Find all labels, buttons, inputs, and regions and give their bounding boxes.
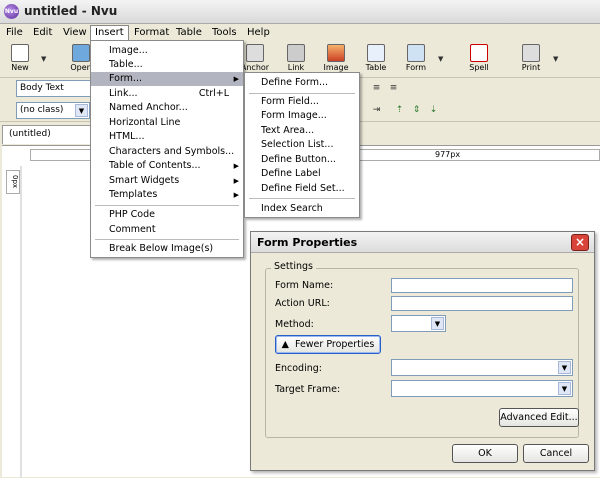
cancel-button[interactable]: Cancel [523,444,589,463]
title-bar: Nvu untitled - Nvu [0,0,600,24]
menu-separator [95,239,239,240]
nvu-logo-icon: Nvu [4,4,19,19]
open-folder-icon [72,44,90,62]
window-title: untitled - Nvu [24,4,118,18]
form-submenu: Define Form... Form Field... Form Image.… [244,72,360,218]
anchor-icon [246,44,264,62]
menu-item-form-field[interactable]: Form Field... [245,95,359,109]
form-icon [407,44,425,62]
menu-item-define-label[interactable]: Define Label [245,167,359,181]
menu-item-toc[interactable]: Table of Contents... ▶ [91,159,243,173]
dialog-title-bar: Form Properties × [251,232,594,253]
menu-item-image[interactable]: Image... [91,44,243,58]
menu-separator [249,198,355,199]
advanced-edit-button[interactable]: Advanced Edit... [499,408,579,427]
indent-icon[interactable]: ⇥ [370,104,383,117]
menu-item-define-form[interactable]: Define Form... [245,76,359,90]
settings-legend: Settings [271,261,316,272]
menu-separator [95,205,239,206]
chevron-down-icon: ▼ [558,361,571,374]
menu-item-php-code[interactable]: PHP Code [91,208,243,222]
menu-item-form[interactable]: Form... ▶ [91,72,243,86]
image-icon [327,44,345,62]
menu-tools[interactable]: Tools [208,26,241,40]
table-icon [367,44,385,62]
triangle-up-icon: ▲ [281,339,289,350]
form-name-field[interactable] [391,278,573,293]
menu-item-table[interactable]: Table... [91,58,243,72]
form-button[interactable]: Form [399,43,433,76]
menu-help[interactable]: Help [243,26,274,40]
close-button[interactable]: × [571,234,589,251]
ok-button[interactable]: OK [452,444,518,463]
encoding-label: Encoding: [275,363,322,374]
form-name-label: Form Name: [275,280,334,291]
menu-file[interactable]: File [2,26,27,40]
form-dropdown-arrow[interactable]: ▼ [438,55,443,63]
action-url-field[interactable] [391,296,573,311]
menu-separator [249,93,355,94]
form-properties-dialog: Form Properties × Settings Form Name: Ac… [250,231,595,471]
menu-item-templates[interactable]: Templates ▶ [91,188,243,202]
new-button[interactable]: New [3,43,37,76]
menu-item-selection-list[interactable]: Selection List... [245,138,359,152]
menu-item-comment[interactable]: Comment [91,223,243,237]
menu-item-form-image[interactable]: Form Image... [245,109,359,123]
align-center-icon[interactable]: ≡ [370,82,383,95]
menu-item-index-search[interactable]: Index Search [245,202,359,216]
class-select[interactable]: (no class) ▼ [16,102,90,119]
new-dropdown-arrow[interactable]: ▼ [41,55,46,63]
menu-edit[interactable]: Edit [29,26,56,40]
position-up-icon[interactable]: ⇡ [393,104,406,117]
print-dropdown-arrow[interactable]: ▼ [553,55,558,63]
fewer-properties-button[interactable]: ▲ Fewer Properties [275,335,381,354]
method-select[interactable]: ▼ [391,315,446,332]
menu-item-define-button[interactable]: Define Button... [245,153,359,167]
submenu-arrow-icon: ▶ [233,191,239,199]
target-frame-select[interactable]: ▼ [391,380,573,397]
menu-insert[interactable]: Insert [90,25,129,41]
method-label: Method: [275,319,314,330]
vertical-ruler-label: 0px [6,170,20,194]
menu-table[interactable]: Table [172,26,206,40]
chevron-down-icon: ▼ [75,104,88,117]
spell-button[interactable]: Spell [462,43,496,76]
menu-item-link[interactable]: Link... Ctrl+L [91,87,243,101]
menu-item-horizontal-line[interactable]: Horizontal Line [91,116,243,130]
menu-item-break-below[interactable]: Break Below Image(s) [91,242,243,256]
menu-item-smart-widgets[interactable]: Smart Widgets ▶ [91,174,243,188]
action-url-label: Action URL: [275,298,330,309]
position-mid-icon[interactable]: ⇕ [410,104,423,117]
print-button[interactable]: Print [514,43,548,76]
menu-item-define-field-set[interactable]: Define Field Set... [245,182,359,196]
menu-format[interactable]: Format [130,26,173,40]
printer-icon [522,44,540,62]
submenu-arrow-icon: ▶ [233,75,239,83]
link-chain-icon [287,44,305,62]
align-justify-icon[interactable]: ≡ [387,82,400,95]
target-frame-label: Target Frame: [275,384,341,395]
insert-menu-dropdown: Image... Table... Form... ▶ Link... Ctrl+L… [90,40,244,258]
menu-item-named-anchor[interactable]: Named Anchor... [91,101,243,115]
encoding-select[interactable]: ▼ [391,359,573,376]
chevron-down-icon: ▼ [431,317,444,330]
menu-view[interactable]: View [59,26,91,40]
menu-item-text-area[interactable]: Text Area... [245,124,359,138]
editor-margin [20,166,22,478]
table-button[interactable]: Table [359,43,393,76]
menu-bar: File Edit View Insert Format Table Tools… [0,24,600,41]
chevron-down-icon: ▼ [558,382,571,395]
new-document-icon [11,44,29,62]
dialog-title: Form Properties [257,236,358,249]
menu-item-characters[interactable]: Characters and Symbols... [91,145,243,159]
submenu-arrow-icon: ▶ [233,162,239,170]
menu-item-html[interactable]: HTML... [91,130,243,144]
ruler-width-label: 977px [435,150,461,159]
submenu-arrow-icon: ▶ [233,177,239,185]
position-down-icon[interactable]: ⇣ [427,104,440,117]
paragraph-format-select[interactable]: Body Text [16,80,94,97]
spell-check-icon [470,44,488,62]
